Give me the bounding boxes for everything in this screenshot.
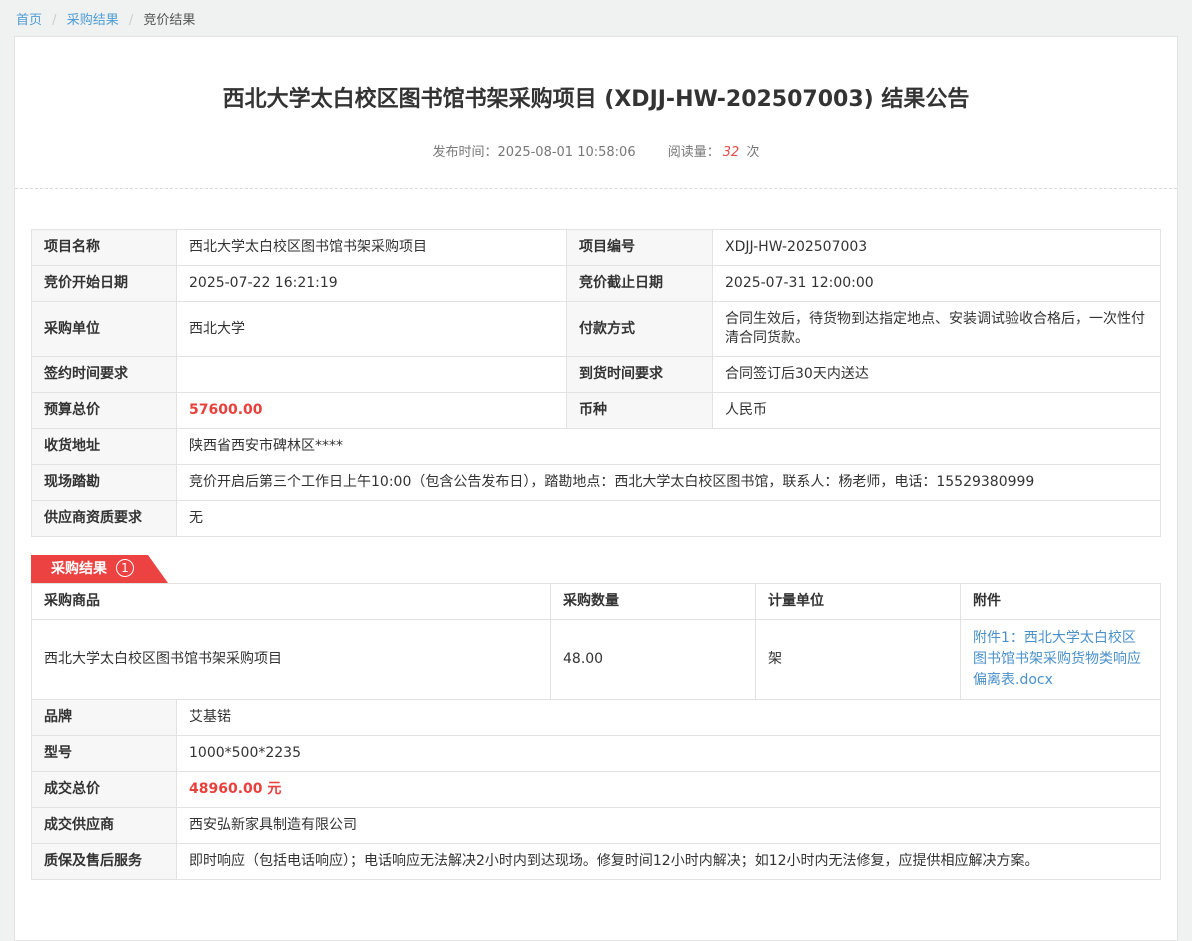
column-header: 采购商品: [32, 584, 551, 620]
row-label: 到货时间要求: [567, 357, 713, 393]
row-label: 付款方式: [567, 302, 713, 357]
row-value: 即时响应（包括电话响应）；电话响应无法解决2小时内到达现场。修复时间12小时内解…: [177, 844, 1161, 880]
row-value: 艾基锘: [177, 700, 1161, 736]
breadcrumb: 首页 / 采购结果 / 竞价结果: [0, 0, 1192, 36]
row-value: 竞价开启后第三个工作日上午10:00（包含公告发布日），踏勘地点：西北大学太白校…: [177, 465, 1161, 501]
table-row: 现场踏勘 竞价开启后第三个工作日上午10:00（包含公告发布日），踏勘地点：西北…: [32, 465, 1161, 501]
view-count-number: 32: [723, 145, 740, 160]
purchase-result-table: 采购商品 采购数量 计量单位 附件 西北大学太白校区图书馆书架采购项目 48.0…: [31, 583, 1161, 700]
row-label: 竞价截止日期: [567, 266, 713, 302]
row-label: 收货地址: [32, 429, 177, 465]
product-name-cell: 西北大学太白校区图书馆书架采购项目: [32, 620, 551, 700]
deal-detail-table: 品牌 艾基锘 型号 1000*500*2235 成交总价 48960.00 元 …: [31, 699, 1161, 880]
row-label: 币种: [567, 393, 713, 429]
deal-total-price: 48960.00 元: [177, 772, 1161, 808]
row-label: 型号: [32, 736, 177, 772]
budget-total-value: 57600.00: [177, 393, 567, 429]
table-row: 预算总价 57600.00 币种 人民币: [32, 393, 1161, 429]
row-label: 项目名称: [32, 230, 177, 266]
column-header: 采购数量: [551, 584, 756, 620]
row-value: 2025-07-22 16:21:19: [177, 266, 567, 302]
table-row: 质保及售后服务 即时响应（包括电话响应）；电话响应无法解决2小时内到达现场。修复…: [32, 844, 1161, 880]
attachment-cell: 附件1：西北大学太白校区图书馆书架采购货物类响应偏离表.docx: [961, 620, 1161, 700]
table-row: 成交总价 48960.00 元: [32, 772, 1161, 808]
table-row: 采购单位 西北大学 付款方式 合同生效后，待货物到达指定地点、安装调试验收合格后…: [32, 302, 1161, 357]
row-value: XDJJ-HW-202507003: [713, 230, 1161, 266]
table-row: 型号 1000*500*2235: [32, 736, 1161, 772]
announcement-card: 西北大学太白校区图书馆书架采购项目 (XDJJ-HW-202507003) 结果…: [14, 36, 1178, 941]
attachment-link[interactable]: 附件1：西北大学太白校区图书馆书架采购货物类响应偏离表.docx: [973, 628, 1148, 691]
view-count: 阅读量：32 次: [668, 145, 760, 160]
breadcrumb-separator: /: [129, 13, 133, 28]
table-row: 签约时间要求 到货时间要求 合同签订后30天内送达: [32, 357, 1161, 393]
badge-count: 1: [116, 559, 134, 577]
table-row: 成交供应商 西安弘新家具制造有限公司: [32, 808, 1161, 844]
breadcrumb-current: 竞价结果: [143, 13, 195, 28]
row-value: 无: [177, 501, 1161, 537]
breadcrumb-separator: /: [52, 13, 56, 28]
breadcrumb-purchase-results-link[interactable]: 采购结果: [67, 13, 119, 28]
row-label: 供应商资质要求: [32, 501, 177, 537]
row-value: 陕西省西安市碑林区****: [177, 429, 1161, 465]
publish-time: 发布时间：2025-08-01 10:58:06: [433, 145, 636, 160]
row-label: 采购单位: [32, 302, 177, 357]
dashed-divider: [15, 188, 1177, 189]
unit-cell: 架: [756, 620, 961, 700]
row-value: 合同签订后30天内送达: [713, 357, 1161, 393]
row-value: 西北大学太白校区图书馆书架采购项目: [177, 230, 567, 266]
column-header: 计量单位: [756, 584, 961, 620]
project-info-table: 项目名称 西北大学太白校区图书馆书架采购项目 项目编号 XDJJ-HW-2025…: [31, 229, 1161, 537]
row-value: 人民币: [713, 393, 1161, 429]
table-row: 收货地址 陕西省西安市碑林区****: [32, 429, 1161, 465]
row-value: 2025-07-31 12:00:00: [713, 266, 1161, 302]
row-label: 成交供应商: [32, 808, 177, 844]
column-header: 附件: [961, 584, 1161, 620]
row-label: 预算总价: [32, 393, 177, 429]
table-row: 品牌 艾基锘: [32, 700, 1161, 736]
purchase-result-badge: 采购结果 1: [31, 555, 168, 583]
badge-label: 采购结果: [51, 561, 107, 577]
breadcrumb-home-link[interactable]: 首页: [16, 13, 42, 28]
row-label: 签约时间要求: [32, 357, 177, 393]
result-header-row: 采购商品 采购数量 计量单位 附件: [32, 584, 1161, 620]
quantity-cell: 48.00: [551, 620, 756, 700]
row-value: 1000*500*2235: [177, 736, 1161, 772]
page-title: 西北大学太白校区图书馆书架采购项目 (XDJJ-HW-202507003) 结果…: [15, 37, 1177, 115]
publish-meta: 发布时间：2025-08-01 10:58:06 阅读量：32 次: [15, 141, 1177, 160]
row-label: 成交总价: [32, 772, 177, 808]
row-label: 现场踏勘: [32, 465, 177, 501]
row-value: 西北大学: [177, 302, 567, 357]
table-row: 项目名称 西北大学太白校区图书馆书架采购项目 项目编号 XDJJ-HW-2025…: [32, 230, 1161, 266]
table-row: 供应商资质要求 无: [32, 501, 1161, 537]
row-value: [177, 357, 567, 393]
row-value: 西安弘新家具制造有限公司: [177, 808, 1161, 844]
row-label: 品牌: [32, 700, 177, 736]
result-data-row: 西北大学太白校区图书馆书架采购项目 48.00 架 附件1：西北大学太白校区图书…: [32, 620, 1161, 700]
row-label: 竞价开始日期: [32, 266, 177, 302]
row-value: 合同生效后，待货物到达指定地点、安装调试验收合格后，一次性付清合同货款。: [713, 302, 1161, 357]
row-label: 项目编号: [567, 230, 713, 266]
table-row: 竞价开始日期 2025-07-22 16:21:19 竞价截止日期 2025-0…: [32, 266, 1161, 302]
row-label: 质保及售后服务: [32, 844, 177, 880]
